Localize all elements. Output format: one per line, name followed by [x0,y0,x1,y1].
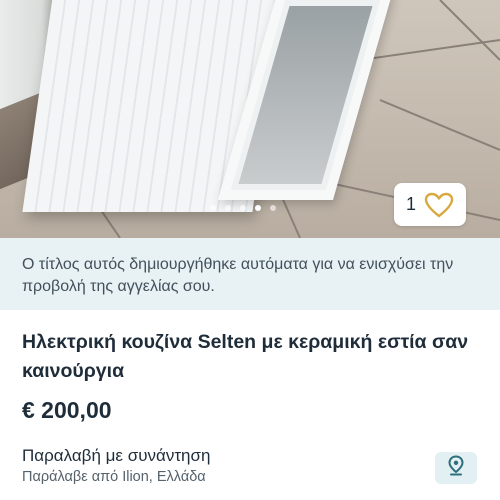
notice-text: Ο τίτλος αυτός δημιουργήθηκε αυτόματα γι… [22,256,454,295]
auto-title-notice: Ο τίτλος αυτός δημιουργήθηκε αυτόματα γι… [0,238,500,310]
gallery-dot[interactable] [210,205,216,211]
map-button[interactable] [435,452,477,484]
map-pin-icon [446,454,466,482]
gallery-dot[interactable] [225,205,231,211]
like-button[interactable]: 1 [394,183,466,226]
listing-price: € 200,00 [22,397,112,423]
listing-title: Ηλεκτρική κουζίνα Selten με κεραμική εστ… [22,331,469,382]
heart-icon [424,192,454,218]
gallery-dot[interactable] [240,205,246,211]
gallery-pagination [210,205,276,211]
pickup-location: Παράλαβε από Ilion, Ελλάδα [22,469,206,485]
gallery-dot[interactable] [270,205,276,211]
delivery-method: Παραλαβή με συνάντηση [22,446,211,465]
gallery-dot-active[interactable] [255,205,261,211]
like-count: 1 [405,194,416,214]
